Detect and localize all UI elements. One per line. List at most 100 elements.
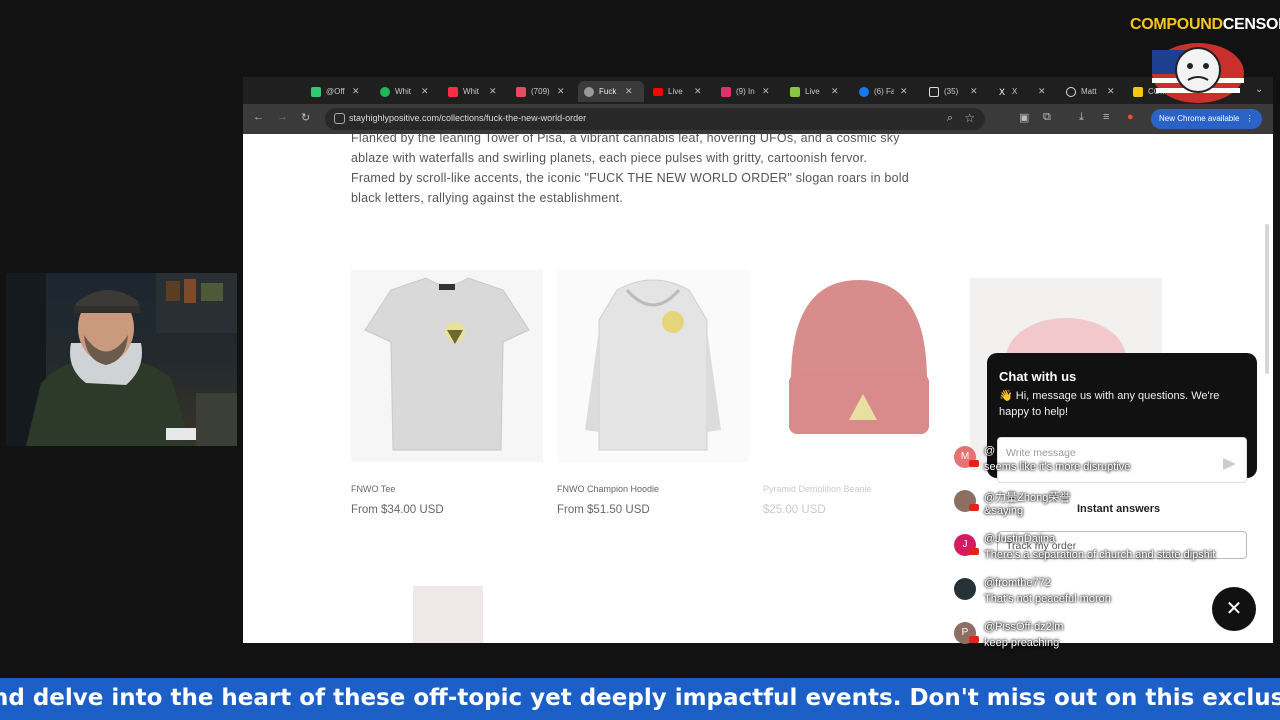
- youtube-icon: [969, 460, 979, 467]
- tab-4[interactable]: (709) ✕: [510, 81, 571, 102]
- product-card[interactable]: Pyramid Demolition Beanie $25.00 USD: [763, 270, 955, 516]
- chat-message: M @ seems like it's more disruptive: [945, 440, 1265, 480]
- spotify-icon: [380, 86, 390, 97]
- tab-close-icon[interactable]: ✕: [694, 86, 702, 97]
- product-image[interactable]: [763, 270, 955, 462]
- tab-label: Fuck: [599, 87, 617, 96]
- tab-strip: @Off ✕ Whit ✕ Whit ✕ (709) ✕ Fuck ✕ Live…: [243, 77, 1273, 104]
- channel-logo-text: COMPOUNDCENSORED: [1130, 16, 1280, 34]
- tab-11[interactable]: X X ✕: [991, 81, 1052, 102]
- tiktok-icon: [929, 86, 939, 97]
- webcam-feed: [6, 273, 237, 446]
- facebook-icon: [859, 86, 869, 97]
- tab-close-icon[interactable]: ✕: [625, 86, 633, 97]
- tab-close-icon[interactable]: ✕: [900, 86, 908, 97]
- product-price: From $51.50 USD: [557, 504, 650, 516]
- tab-label: (6) Fa: [874, 87, 894, 96]
- chat-text: seems like it's more disruptive: [984, 461, 1131, 473]
- tab-label: Matt: [1081, 87, 1097, 96]
- tab-6[interactable]: Live ✕: [647, 81, 708, 102]
- page-icon: [1133, 86, 1143, 97]
- tab-close-icon[interactable]: ✕: [489, 86, 497, 97]
- back-arrow-icon[interactable]: ←: [253, 111, 264, 123]
- tab-3[interactable]: Whit ✕: [442, 81, 503, 102]
- puzzle-icon[interactable]: ⧉: [1043, 111, 1051, 124]
- youtube-icon: [969, 636, 979, 643]
- tab-close-icon[interactable]: ✕: [970, 86, 978, 97]
- update-label: New Chrome available: [1159, 114, 1240, 123]
- tab-1[interactable]: @Off ✕: [305, 81, 366, 102]
- scrollbar[interactable]: [1265, 224, 1269, 374]
- tab-8[interactable]: Live ✕: [784, 81, 845, 102]
- live-chat-overlay: M @ seems like it's more disruptive @力量Z…: [945, 440, 1265, 655]
- product-image[interactable]: [557, 270, 749, 462]
- record-icon[interactable]: ●: [1127, 111, 1134, 123]
- chat-message: @力量Zhong荣誉 &saying: [945, 484, 1265, 524]
- stream-stage: @Off ✕ Whit ✕ Whit ✕ (709) ✕ Fuck ✕ Live…: [0, 0, 1280, 720]
- tab-label: Whit: [395, 87, 411, 96]
- avatar: [954, 578, 976, 600]
- product-title[interactable]: FNWO Tee: [351, 484, 543, 494]
- chat-message: @fromthe772 That's not peaceful moron: [945, 572, 1265, 612]
- chat-username: @fromthe772: [984, 577, 1051, 589]
- extension-icon[interactable]: ▣: [1019, 111, 1029, 124]
- threads-icon: [1066, 86, 1076, 97]
- chat-username: @JustinDajina: [984, 533, 1056, 545]
- tab-close-icon[interactable]: ✕: [762, 86, 770, 97]
- tab-close-icon[interactable]: ✕: [831, 86, 839, 97]
- download-icon[interactable]: ⤓: [1079, 111, 1084, 124]
- bookmark-star-icon[interactable]: ☆: [964, 111, 975, 125]
- tab-label: (35): [944, 87, 959, 96]
- chat-text: keep preaching: [984, 637, 1060, 649]
- tab-12[interactable]: Matt ✕: [1060, 81, 1121, 102]
- site-info-icon[interactable]: [334, 113, 345, 124]
- tab-close-icon[interactable]: ✕: [1038, 86, 1046, 97]
- globe-icon: [584, 86, 594, 97]
- chrome-update-button[interactable]: New Chrome available ⋮: [1151, 109, 1262, 129]
- tab-close-icon[interactable]: ✕: [421, 86, 429, 97]
- tab-close-icon[interactable]: ✕: [1107, 86, 1115, 97]
- news-ticker: nd delve into the heart of these off-top…: [0, 678, 1280, 720]
- chat-title: Chat with us: [999, 369, 1077, 384]
- zoom-icon[interactable]: ⌕: [947, 112, 953, 125]
- tab-label: (9) In: [736, 87, 755, 96]
- playlist-icon[interactable]: ≡: [1103, 111, 1109, 123]
- product-price: From $34.00 USD: [351, 504, 444, 516]
- logo-word-2: CENSORED: [1222, 16, 1280, 33]
- chat-message: P @PissOff-dz2lm keep preaching: [945, 616, 1265, 656]
- tab-active[interactable]: Fuck ✕: [578, 81, 644, 102]
- tab-10[interactable]: (35) ✕: [923, 81, 984, 102]
- tab-search-chevron-icon[interactable]: ⌄: [1255, 84, 1263, 95]
- browser-toolbar: ← → ↻ stayhighlypositive.com/collections…: [243, 104, 1273, 134]
- tab-label: X: [1012, 87, 1018, 96]
- tab-2[interactable]: Whit ✕: [374, 81, 435, 102]
- tab-9[interactable]: (6) Fa ✕: [853, 81, 914, 102]
- tab-close-icon[interactable]: ✕: [557, 86, 565, 97]
- streamer-figure: [6, 273, 237, 446]
- music-icon: [448, 86, 458, 97]
- green-square-icon: [311, 86, 321, 97]
- product-image[interactable]: [351, 270, 543, 462]
- tab-7[interactable]: (9) In ✕: [715, 81, 776, 102]
- forward-arrow-icon[interactable]: →: [277, 111, 288, 123]
- chat-text: There's a separation of church and state…: [984, 549, 1216, 561]
- product-title[interactable]: Pyramid Demolition Beanie: [763, 484, 955, 494]
- channel-logo-badge-icon: [1152, 43, 1244, 103]
- tab-label: Live: [805, 87, 820, 96]
- instagram-icon: [721, 86, 731, 97]
- hoodie-image: [585, 279, 721, 451]
- more-menu-icon: ⋮: [1245, 114, 1254, 123]
- product-card[interactable]: FNWO Tee From $34.00 USD: [351, 270, 543, 516]
- product-title[interactable]: FNWO Champion Hoodie: [557, 484, 749, 494]
- chat-username: @: [984, 445, 996, 457]
- product-image-row2[interactable]: [413, 586, 483, 643]
- url-text: stayhighlypositive.com/collections/fuck-…: [349, 113, 587, 123]
- product-card[interactable]: FNWO Champion Hoodie From $51.50 USD: [557, 270, 749, 516]
- collection-description: Flanked by the leaning Tower of Pisa, a …: [351, 134, 909, 205]
- address-bar[interactable]: stayhighlypositive.com/collections/fuck-…: [325, 108, 985, 130]
- tab-close-icon[interactable]: ✕: [352, 86, 360, 97]
- chat-username: @PissOff-dz2lm: [984, 621, 1064, 633]
- reload-icon[interactable]: ↻: [301, 111, 310, 124]
- youtube-icon: [969, 548, 979, 555]
- tab-label: Whit: [463, 87, 479, 96]
